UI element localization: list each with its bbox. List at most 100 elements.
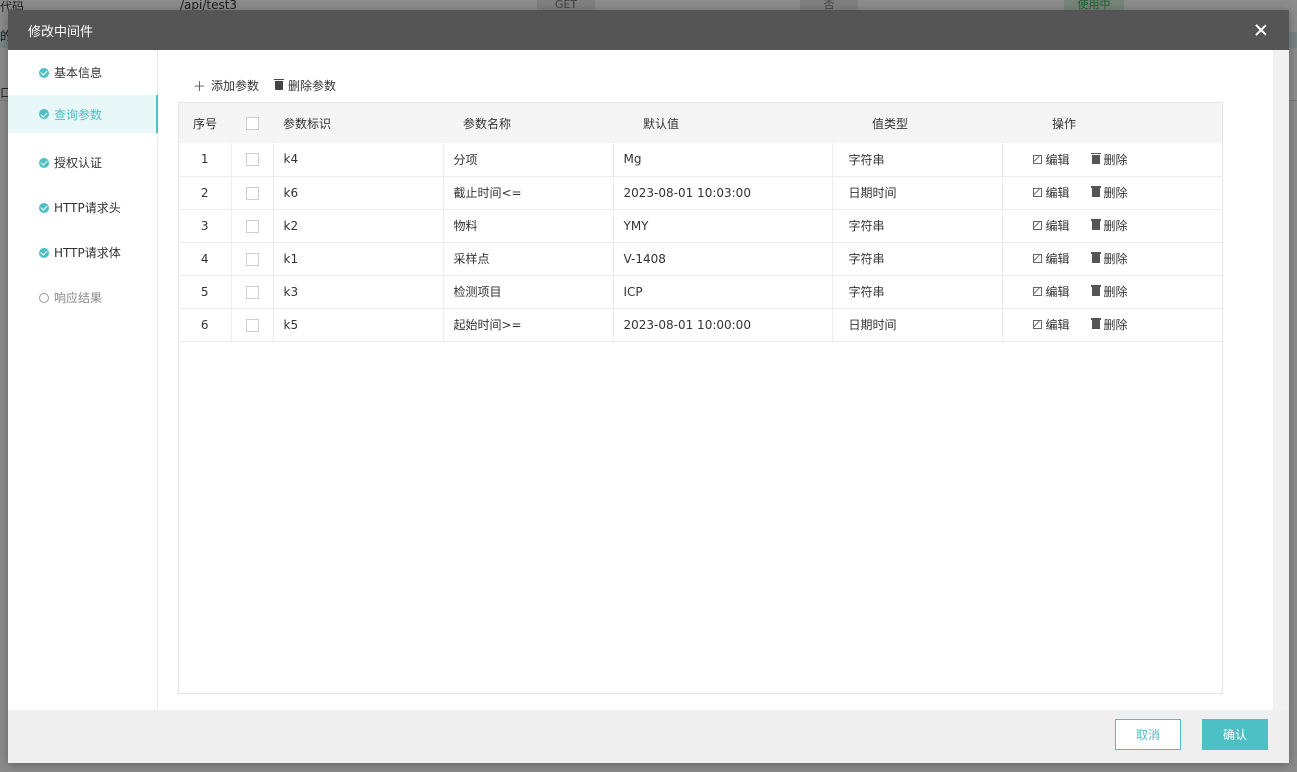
delete-button[interactable]: 删除	[1090, 283, 1128, 300]
add-param-label: 添加参数	[211, 78, 260, 93]
params-toolbar: ＋ 添加参数 删除参数	[193, 76, 1289, 95]
step-label: 基本信息	[54, 66, 103, 80]
cell-ops: 编辑 删除	[1002, 275, 1222, 309]
edit-button[interactable]: 编辑	[1032, 316, 1070, 333]
delete-label: 删除	[1103, 252, 1128, 266]
edit-icon	[1032, 320, 1042, 329]
row-checkbox[interactable]	[245, 186, 259, 200]
table-header-row: 序号 参数标识 参数名称 默认值 值类型 操作	[179, 103, 1222, 143]
cell-default: Mg	[613, 143, 833, 177]
empty-circle-icon	[39, 292, 49, 303]
check-circle-icon	[39, 157, 49, 168]
cell-ops: 编辑 删除	[1002, 242, 1222, 276]
delete-button[interactable]: 删除	[1090, 151, 1128, 168]
cell-name: 检测项目	[443, 275, 614, 309]
cell-key: k2	[273, 209, 444, 243]
select-all-checkbox[interactable]	[245, 117, 259, 130]
cell-index: 5	[179, 275, 232, 309]
trash-icon	[1090, 285, 1101, 296]
cell-default: 2023-08-01 10:00:00	[613, 308, 833, 342]
cell-index: 3	[179, 209, 232, 243]
delete-label: 删除	[1103, 152, 1128, 167]
cell-key: k5	[273, 308, 444, 342]
delete-button[interactable]: 删除	[1090, 184, 1128, 201]
trash-icon	[1090, 219, 1101, 230]
row-checkbox[interactable]	[245, 318, 259, 332]
close-icon[interactable]	[1253, 22, 1269, 38]
plus-icon: ＋	[193, 79, 207, 95]
steps-nav: 基本信息 查询参数 授权认证 HTTP请求头 HTTP请求体 响应结果	[8, 50, 158, 710]
edit-icon	[1032, 154, 1042, 164]
step-label: 响应结果	[54, 291, 103, 305]
check-circle-icon	[39, 109, 49, 119]
cell-name: 截止时间<=	[443, 176, 614, 210]
cancel-button[interactable]: 取消	[1115, 719, 1181, 750]
edit-button[interactable]: 编辑	[1032, 283, 1070, 300]
delete-label: 删除	[1103, 285, 1128, 299]
step-query-params[interactable]: 查询参数	[8, 95, 158, 133]
cell-name: 采样点	[443, 242, 614, 276]
edit-button[interactable]: 编辑	[1032, 184, 1070, 201]
modal-footer: 取消 确认	[8, 710, 1289, 763]
step-label: 查询参数	[54, 107, 103, 122]
row-checkbox[interactable]	[245, 153, 259, 167]
delete-button[interactable]: 删除	[1090, 250, 1128, 267]
cell-select	[231, 143, 274, 177]
check-circle-icon	[39, 202, 49, 213]
edit-label: 编辑	[1045, 186, 1070, 200]
step-response[interactable]: 响应结果	[8, 275, 157, 320]
modal-header: 修改中间件	[8, 10, 1289, 50]
header-index: 序号	[192, 116, 217, 131]
row-checkbox[interactable]	[245, 285, 259, 299]
modal-title: 修改中间件	[28, 24, 94, 40]
cell-key: k3	[273, 275, 444, 309]
trash-icon	[1090, 252, 1101, 263]
add-param-button[interactable]: ＋ 添加参数	[193, 76, 259, 95]
edit-icon	[1032, 221, 1042, 230]
cell-key: k1	[273, 242, 444, 276]
cell-default: V-1408	[613, 242, 833, 276]
header-name: 参数名称	[463, 116, 512, 131]
delete-param-label: 删除参数	[288, 78, 337, 93]
header-ops: 操作	[1052, 116, 1077, 131]
step-http-headers[interactable]: HTTP请求头	[8, 185, 157, 230]
delete-button[interactable]: 删除	[1090, 217, 1128, 234]
edit-label: 编辑	[1045, 285, 1070, 299]
header-default: 默认值	[643, 116, 680, 131]
delete-label: 删除	[1103, 186, 1128, 200]
step-basic-info[interactable]: 基本信息	[8, 50, 157, 95]
table-row: 3 k2 物料 YMY 字符串 编辑 删除	[179, 209, 1222, 243]
cell-index: 1	[179, 143, 232, 177]
header-type: 值类型	[872, 116, 909, 131]
step-http-body[interactable]: HTTP请求体	[8, 230, 157, 275]
trash-icon	[1090, 186, 1101, 197]
edit-label: 编辑	[1045, 252, 1070, 266]
cell-index: 2	[179, 176, 232, 210]
cell-ops: 编辑 删除	[1002, 209, 1222, 243]
cell-ops: 编辑 删除	[1002, 176, 1222, 210]
edit-button[interactable]: 编辑	[1032, 151, 1070, 168]
edit-button[interactable]: 编辑	[1032, 217, 1070, 234]
confirm-button[interactable]: 确认	[1202, 719, 1268, 750]
cell-ops: 编辑 删除	[1002, 308, 1222, 342]
trash-icon	[274, 78, 285, 90]
row-checkbox[interactable]	[245, 219, 259, 233]
cell-index: 4	[179, 242, 232, 276]
delete-button[interactable]: 删除	[1090, 316, 1128, 333]
edit-label: 编辑	[1045, 219, 1070, 233]
delete-param-button[interactable]: 删除参数	[274, 77, 337, 94]
step-label: 授权认证	[54, 156, 103, 170]
table-row: 2 k6 截止时间<= 2023-08-01 10:03:00 日期时间 编辑 删除	[179, 176, 1222, 210]
trash-icon	[1090, 318, 1101, 329]
scrollbar[interactable]	[1273, 50, 1289, 710]
cell-key: k4	[273, 143, 444, 177]
edit-button[interactable]: 编辑	[1032, 250, 1070, 267]
cell-default: ICP	[613, 275, 833, 309]
cell-name: 起始时间>=	[443, 308, 614, 342]
row-checkbox[interactable]	[245, 252, 259, 266]
step-auth[interactable]: 授权认证	[8, 140, 157, 185]
cell-type: 字符串	[832, 242, 1003, 276]
cell-type: 日期时间	[832, 176, 1003, 210]
cell-default: YMY	[613, 209, 833, 243]
edit-icon	[1032, 287, 1042, 296]
